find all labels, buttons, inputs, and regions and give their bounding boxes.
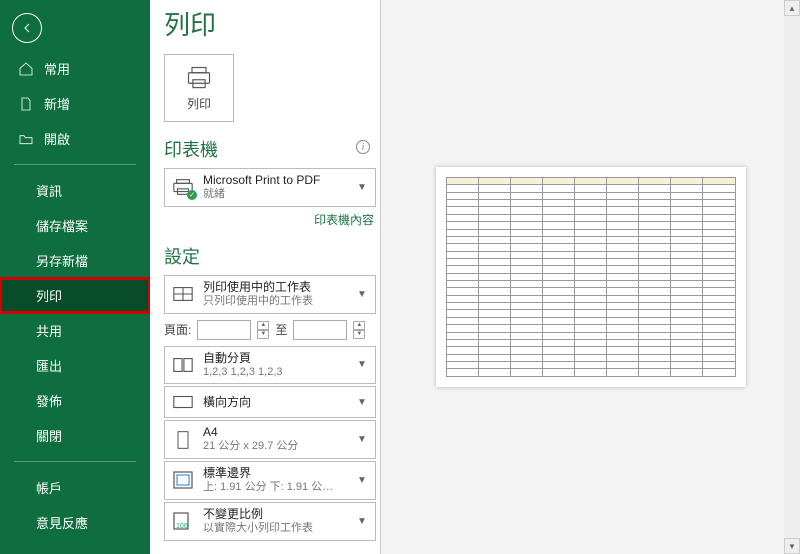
sidebar-item-label: 開啟 [44,129,70,148]
pages-label: 頁面: [164,321,191,338]
chevron-down-icon: ▼ [357,516,369,527]
print-button[interactable]: 列印 [164,54,234,122]
printer-status-icon: ✓ [171,176,195,198]
print-settings-column: 列印 列印 份數: ▲▼ 印表機 i ✓ Microsoft Print to … [150,0,380,554]
sidebar-item-info[interactable]: 資訊 [0,173,150,208]
sidebar-item-label: 列印 [36,286,62,305]
svg-text:100: 100 [176,523,188,530]
printer-name: Microsoft Print to PDF [203,173,349,188]
printer-selector[interactable]: ✓ Microsoft Print to PDF 就緒 ▼ [164,168,376,207]
sidebar-item-label: 發佈 [36,391,62,410]
scroll-up-icon[interactable]: ▲ [784,0,800,16]
printer-properties-link[interactable]: 印表機內容 [314,213,374,227]
sidebar-item-label: 帳戶 [36,478,62,497]
status-ok-icon: ✓ [187,190,197,200]
chevron-down-icon: ▼ [357,289,369,300]
sidebar-item-save[interactable]: 儲存檔案 [0,208,150,243]
sheets-icon [171,283,195,305]
printer-info-icon[interactable]: i [356,140,370,154]
settings-heading: 設定 [164,243,380,269]
preview-scrollbar[interactable]: ▲ ▼ [784,0,800,554]
print-what-selector[interactable]: 列印使用中的工作表 只列印使用中的工作表 ▼ [164,275,376,314]
sidebar-item-account[interactable]: 帳戶 [0,470,150,505]
back-button[interactable] [12,13,42,43]
print-button-label: 列印 [187,95,211,112]
preview-page [436,167,746,387]
printer-status: 就緒 [203,188,349,202]
margins-selector[interactable]: 標準邊界 上: 1.91 公分 下: 1.91 公… ▼ [164,461,376,500]
home-icon [18,61,34,77]
paper-size-selector[interactable]: A4 21 公分 x 29.7 公分 ▼ [164,420,376,459]
sidebar-item-label: 資訊 [36,181,62,200]
sidebar-item-close[interactable]: 關閉 [0,418,150,453]
sidebar-item-publish[interactable]: 發佈 [0,383,150,418]
sidebar-item-label: 意見反應 [36,513,88,532]
printer-heading: 印表機 i [164,136,380,162]
sidebar-item-export[interactable]: 匯出 [0,348,150,383]
sidebar-item-share[interactable]: 共用 [0,313,150,348]
page-title: 列印 [164,5,380,42]
collate-icon [171,354,195,376]
sidebar-item-home[interactable]: 常用 [0,51,150,86]
pages-to-label: 至 [275,321,287,338]
scaling-selector[interactable]: 100 不變更比例 以實際大小列印工作表 ▼ [164,502,376,541]
preview-table [446,177,736,377]
pages-range-row: 頁面: ▲▼ 至 ▲▼ [164,320,380,340]
chevron-down-icon: ▼ [357,397,369,408]
sidebar-item-label: 關閉 [36,426,62,445]
page-to-input[interactable] [293,320,347,340]
page-to-spinner[interactable]: ▲▼ [353,321,365,339]
sidebar-item-label: 共用 [36,321,62,340]
sidebar-divider [14,164,136,165]
backstage-sidebar: 常用 新增 開啟 資訊 儲存檔案 另存新檔 列印 共用 匯出 發佈 關閉 帳戶 … [0,0,150,554]
sidebar-item-open[interactable]: 開啟 [0,121,150,156]
paper-icon [171,429,195,451]
page-from-spinner[interactable]: ▲▼ [257,321,269,339]
collation-selector[interactable]: 自動分頁 1,2,3 1,2,3 1,2,3 ▼ [164,346,376,385]
scroll-down-icon[interactable]: ▼ [784,538,800,554]
open-icon [18,131,34,147]
back-arrow-icon [19,20,35,36]
chevron-down-icon: ▼ [357,434,369,445]
chevron-down-icon: ▼ [357,359,369,370]
margins-icon [171,469,195,491]
chevron-down-icon: ▼ [357,475,369,486]
sidebar-item-feedback[interactable]: 意見反應 [0,505,150,540]
sidebar-item-print[interactable]: 列印 [0,278,150,313]
orientation-selector[interactable]: 橫向方向 ▼ [164,386,376,418]
sidebar-item-label: 匯出 [36,356,62,375]
sidebar-item-label: 常用 [44,59,70,78]
orientation-icon [171,391,195,413]
chevron-down-icon: ▼ [357,182,369,193]
new-icon [18,96,34,112]
printer-icon [185,65,213,91]
sidebar-item-label: 另存新檔 [36,251,88,270]
page-from-input[interactable] [197,320,251,340]
sidebar-item-new[interactable]: 新增 [0,86,150,121]
sidebar-item-label: 新增 [44,94,70,113]
print-preview-pane: ▲ ▼ [380,0,800,554]
sidebar-item-saveas[interactable]: 另存新檔 [0,243,150,278]
sidebar-item-label: 儲存檔案 [36,216,88,235]
sidebar-divider [14,461,136,462]
main-area: 列印 列印 份數: ▲▼ 印表機 i ✓ Microsoft Print to … [150,0,800,554]
scaling-icon: 100 [171,510,195,532]
